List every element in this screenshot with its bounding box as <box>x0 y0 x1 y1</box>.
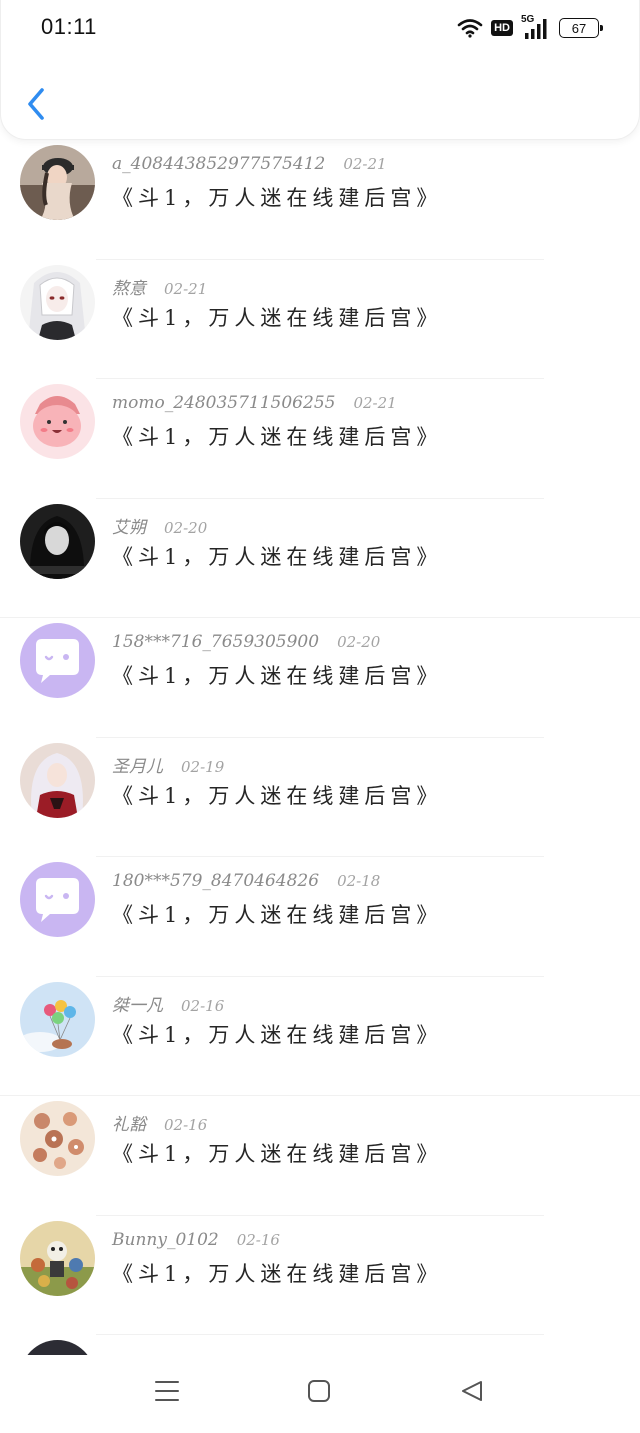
comment-item[interactable]: 礼豁 02-16 《斗1，万人迷在线建后宫》 <box>0 1096 640 1216</box>
avatar[interactable] <box>20 145 95 220</box>
comment-text: 《斗1，万人迷在线建后宫》 <box>112 186 443 210</box>
nav-back-button[interactable] <box>460 1379 484 1407</box>
comment-text: 《斗1，万人迷在线建后宫》 <box>112 425 443 449</box>
home-button[interactable] <box>307 1379 331 1407</box>
triangle-back-icon <box>462 1381 482 1401</box>
top-header: 01:11 HD 5G 67 <box>0 0 640 140</box>
comment-text: 《斗1，万人迷在线建后宫》 <box>112 664 443 688</box>
username[interactable]: a_408443852977575412 <box>112 154 325 174</box>
avatar[interactable] <box>20 742 95 818</box>
comment-date: 02-20 <box>337 633 381 651</box>
status-icons: HD 5G 67 <box>457 14 603 40</box>
comment-date: 02-20 <box>164 518 208 537</box>
avatar[interactable] <box>20 384 95 459</box>
avatar[interactable] <box>20 1220 95 1296</box>
comment-meta: a_408443852977575412 02-21 <box>112 154 387 174</box>
avatar[interactable] <box>20 981 95 1057</box>
comment-item[interactable]: 180***579_8470464826 02-18 《斗1，万人迷在线建后宫》 <box>0 857 640 977</box>
comment-text: 《斗1，万人迷在线建后宫》 <box>112 1142 443 1166</box>
comment-meta: momo_248035711506255 02-21 <box>112 393 397 413</box>
comment-item[interactable]: 158***716_7659305900 02-20 《斗1，万人迷在线建后宫》 <box>0 618 640 738</box>
chevron-left-icon <box>28 88 44 120</box>
menu-icon <box>155 1381 179 1401</box>
menu-button[interactable] <box>154 1379 180 1407</box>
comment-text: 《斗1，万人迷在线建后宫》 <box>112 544 443 569</box>
comment-date: 02-21 <box>164 279 208 298</box>
comment-date: 02-16 <box>164 1116 208 1134</box>
comment-item[interactable]: 圣月儿 02-19 《斗1，万人迷在线建后宫》 <box>0 738 640 857</box>
avatar[interactable] <box>20 862 95 937</box>
comment-date: 02-21 <box>353 394 397 412</box>
username[interactable]: 180***579_8470464826 <box>112 871 319 891</box>
comment-date: 02-16 <box>181 996 225 1015</box>
comment-item-partial[interactable] <box>0 1335 640 1355</box>
comment-date: 02-16 <box>236 1230 280 1249</box>
home-icon <box>308 1380 330 1402</box>
back-button[interactable] <box>23 84 51 124</box>
username[interactable]: 桀一凡 <box>112 991 163 1016</box>
comment-meta: Bunny_0102 02-16 <box>112 1230 280 1250</box>
avatar[interactable] <box>20 503 95 579</box>
wifi-icon <box>457 18 483 38</box>
comment-meta: 圣月儿 02-19 <box>112 752 224 777</box>
system-nav-bar <box>0 1355 640 1433</box>
comment-date: 02-19 <box>181 757 225 776</box>
username[interactable]: 艾朔 <box>112 513 146 538</box>
username[interactable]: 圣月儿 <box>112 752 163 777</box>
comment-meta: 180***579_8470464826 02-18 <box>112 871 380 891</box>
comment-item[interactable]: a_408443852977575412 02-21 《斗1，万人迷在线建后宫》 <box>0 140 640 260</box>
comment-text: 《斗1，万人迷在线建后宫》 <box>112 1261 443 1286</box>
avatar[interactable] <box>20 264 95 340</box>
avatar[interactable] <box>20 1101 95 1176</box>
username[interactable]: 158***716_7659305900 <box>112 632 319 652</box>
username[interactable]: Bunny_0102 <box>112 1230 219 1250</box>
comment-meta: 桀一凡 02-16 <box>112 991 224 1016</box>
username[interactable]: 熬意 <box>112 274 146 299</box>
comment-list: a_408443852977575412 02-21 《斗1，万人迷在线建后宫》 <box>0 140 640 1355</box>
comment-item[interactable]: 艾朔 02-20 《斗1，万人迷在线建后宫》 <box>0 499 640 618</box>
comment-item[interactable]: 桀一凡 02-16 《斗1，万人迷在线建后宫》 <box>0 977 640 1096</box>
signal-icon: 5G <box>521 14 551 40</box>
username[interactable]: 礼豁 <box>112 1110 146 1135</box>
comment-list-screen: 01:11 HD 5G 67 a_408443852977575412 02-2… <box>0 0 640 1433</box>
comment-meta: 熬意 02-21 <box>112 274 207 299</box>
comment-meta: 158***716_7659305900 02-20 <box>112 632 380 652</box>
comment-meta: 礼豁 02-16 <box>112 1110 207 1135</box>
comment-text: 《斗1，万人迷在线建后宫》 <box>112 1022 443 1047</box>
comment-text: 《斗1，万人迷在线建后宫》 <box>112 305 443 330</box>
battery-indicator: 67 <box>559 18 603 38</box>
avatar[interactable] <box>20 623 95 698</box>
comment-meta: 艾朔 02-20 <box>112 513 207 538</box>
comment-date: 02-21 <box>343 155 387 173</box>
avatar[interactable] <box>20 1340 95 1355</box>
comment-item[interactable]: momo_248035711506255 02-21 《斗1，万人迷在线建后宫》 <box>0 379 640 499</box>
username[interactable]: momo_248035711506255 <box>112 393 335 413</box>
comment-text: 《斗1，万人迷在线建后宫》 <box>112 783 443 808</box>
network-label: 5G <box>521 14 535 25</box>
comment-item[interactable]: 熬意 02-21 《斗1，万人迷在线建后宫》 <box>0 260 640 379</box>
status-time: 01:11 <box>41 14 97 39</box>
comment-item[interactable]: Bunny_0102 02-16 《斗1，万人迷在线建后宫》 <box>0 1216 640 1335</box>
hd-badge: HD <box>491 20 513 36</box>
comment-text: 《斗1，万人迷在线建后宫》 <box>112 903 443 927</box>
comment-date: 02-18 <box>337 872 381 890</box>
